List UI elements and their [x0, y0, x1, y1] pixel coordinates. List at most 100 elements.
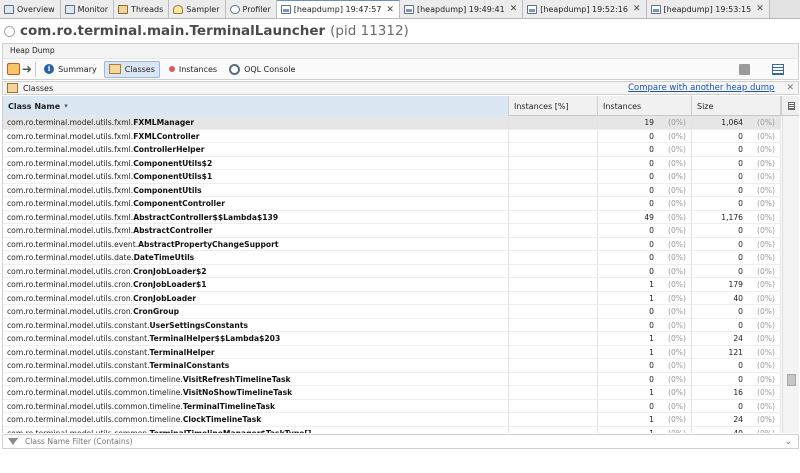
class-name-cell: com.ro.terminal.model.utils.common.timel… [3, 413, 509, 426]
close-icon[interactable]: ✕ [633, 4, 641, 14]
table-row[interactable]: com.ro.terminal.model.utils.cron.CronJob… [3, 264, 781, 278]
instances-button[interactable]: Instances [162, 61, 222, 78]
table-row[interactable]: com.ro.terminal.model.utils.fxml.Control… [3, 143, 781, 157]
tab-heapdump-4[interactable]: [heapdump] 19:53:15 ✕ [646, 0, 770, 18]
instances-cell: 49 (0%) [598, 210, 692, 223]
close-icon[interactable]: ✕ [786, 83, 794, 93]
class-simple-name: CronGroup [133, 307, 180, 316]
instances-pct-cell [509, 251, 598, 264]
class-name-cell: com.ro.terminal.model.utils.fxml.Control… [3, 143, 509, 156]
size-percent: (0%) [757, 307, 775, 316]
table-row[interactable]: com.ro.terminal.model.utils.fxml.Compone… [3, 170, 781, 184]
table-row[interactable]: com.ro.terminal.model.utils.fxml.Abstrac… [3, 210, 781, 224]
tab-heapdump-1[interactable]: [heapdump] 19:47:57 ✕ [276, 0, 400, 18]
package-name: com.ro.terminal.model.utils.cron. [7, 307, 134, 316]
tab-heapdump-2[interactable]: [heapdump] 19:49:41 ✕ [399, 0, 524, 18]
snapshot-icon[interactable] [739, 63, 750, 75]
close-icon[interactable]: ✕ [510, 4, 518, 14]
table-row[interactable]: com.ro.terminal.model.utils.constant.Use… [3, 318, 781, 332]
size-value: 24 [733, 415, 743, 424]
instances-percent: (0%) [668, 334, 686, 343]
class-name-cell: com.ro.terminal.model.utils.fxml.Compone… [3, 197, 509, 210]
table-row[interactable]: com.ro.terminal.model.utils.fxml.Compone… [3, 197, 781, 211]
tab-overview[interactable]: Overview [0, 0, 61, 18]
table-row[interactable]: com.ro.terminal.model.utils.event.Abstra… [3, 237, 781, 251]
info-icon: i [44, 64, 55, 74]
process-id: (pid 11312) [330, 23, 409, 39]
instances-value: 0 [649, 266, 654, 276]
instances-label: Instances [178, 64, 218, 74]
class-simple-name: AbstractController [133, 226, 213, 235]
heapdump-icon [280, 5, 291, 14]
summary-button[interactable]: i Summary [39, 61, 102, 78]
table-row[interactable]: com.ro.terminal.model.utils.cron.CronJob… [3, 291, 781, 305]
table-row[interactable]: com.ro.terminal.model.utils.fxml.Compone… [3, 156, 781, 170]
filter-placeholder[interactable]: Class Name Filter (Contains) [25, 437, 133, 446]
table-row[interactable]: com.ro.terminal.model.utils.fxml.Abstrac… [3, 224, 781, 238]
column-chooser-button[interactable] [781, 96, 799, 116]
table-row[interactable]: com.ro.terminal.model.utils.date.DateTim… [3, 251, 781, 265]
column-header-instances[interactable]: Instances [598, 96, 692, 116]
classes-button[interactable]: Classes [103, 60, 160, 78]
class-name-filter[interactable]: Class Name Filter (Contains) ⌄ [2, 434, 799, 449]
size-value: 1,176 [721, 212, 743, 222]
table-row[interactable]: com.ro.terminal.model.utils.common.timel… [3, 372, 781, 386]
vertical-scrollbar[interactable] [782, 116, 799, 433]
tab-profiler[interactable]: Profiler [225, 0, 277, 18]
instances-percent: (0%) [668, 280, 686, 289]
instances-pct-cell [509, 413, 598, 426]
table-row[interactable]: com.ro.terminal.model.utils.constant.Ter… [3, 359, 781, 373]
details-toggle-icon[interactable] [772, 63, 784, 75]
size-value: 0 [738, 320, 743, 330]
package-name: com.ro.terminal.model.utils.common.timel… [7, 388, 183, 397]
table-row[interactable]: com.ro.terminal.model.utils.cron.CronJob… [3, 278, 781, 292]
table-row[interactable]: com.ro.terminal.model.utils.constant.Ter… [3, 345, 781, 359]
tab-label: [heapdump] 19:52:16 [540, 4, 628, 14]
oql-console-button[interactable]: OQL Console [224, 61, 300, 78]
compare-heap-dump-link[interactable]: Compare with another heap dump [628, 83, 774, 93]
table-row[interactable]: com.ro.terminal.model.utils.constant.Ter… [3, 332, 781, 346]
table-row[interactable]: com.ro.terminal.model.utils.common.timel… [3, 386, 781, 400]
instances-value: 1 [649, 334, 654, 343]
scrollbar-thumb[interactable] [787, 374, 796, 386]
class-name-cell: com.ro.terminal.model.utils.constant.Use… [3, 318, 509, 331]
table-row[interactable]: com.ro.terminal.model.utils.fxml.FXMLMan… [3, 116, 781, 130]
size-value: 0 [738, 199, 743, 208]
class-name-cell: com.ro.terminal.model.utils.cron.CronJob… [3, 264, 509, 277]
tab-sampler[interactable]: Sampler [169, 0, 226, 18]
column-header-instances-pct[interactable]: Instances [%] [509, 96, 598, 116]
close-icon[interactable]: ✕ [756, 4, 764, 14]
table-row[interactable]: com.ro.terminal.model.utils.cron.CronGro… [3, 305, 781, 319]
tab-heapdump-3[interactable]: [heapdump] 19:52:16 ✕ [523, 0, 647, 18]
size-cell: 24 (0%) [692, 413, 781, 426]
table-row[interactable]: com.ro.terminal.model.utils.fxml.FXMLCon… [3, 129, 781, 143]
instances-value: 0 [649, 401, 654, 411]
table-row[interactable]: com.ro.terminal.model.utils.fxml.Compone… [3, 183, 781, 197]
table-row[interactable]: com.ro.terminal.model.utils.common.Termi… [3, 426, 781, 433]
arrow-right-icon[interactable]: ➜ [22, 63, 32, 75]
table-body: com.ro.terminal.model.utils.fxml.FXMLMan… [3, 116, 781, 433]
package-name: com.ro.terminal.model.utils.constant. [7, 334, 150, 343]
size-cell: 0 (0%) [692, 305, 781, 318]
instances-value: 0 [649, 172, 654, 181]
table-row[interactable]: com.ro.terminal.model.utils.common.timel… [3, 399, 781, 413]
tab-label: Threads [131, 4, 164, 14]
heapdump-icon [650, 4, 661, 14]
size-value: 0 [738, 131, 743, 141]
package-name: com.ro.terminal.model.utils.event. [7, 239, 139, 249]
instances-pct-cell [509, 345, 598, 358]
close-icon[interactable]: ✕ [386, 5, 394, 15]
column-header-class-name[interactable]: Class Name ▾ [3, 96, 509, 116]
profiler-icon [229, 4, 240, 14]
table-row[interactable]: com.ro.terminal.model.utils.common.timel… [3, 413, 781, 427]
heap-home-icon[interactable] [7, 63, 20, 75]
column-header-size[interactable]: Size [692, 96, 781, 116]
chevron-down-icon[interactable]: ⌄ [784, 437, 792, 447]
size-percent: (0%) [757, 145, 775, 154]
tab-threads[interactable]: Threads [114, 0, 170, 18]
tab-label: Profiler [242, 4, 271, 14]
tab-monitor[interactable]: Monitor [60, 0, 115, 18]
class-simple-name: TerminalTimelineTask [182, 401, 276, 411]
instances-value: 1 [649, 293, 654, 303]
instances-cell: 1 (0%) [598, 291, 692, 304]
